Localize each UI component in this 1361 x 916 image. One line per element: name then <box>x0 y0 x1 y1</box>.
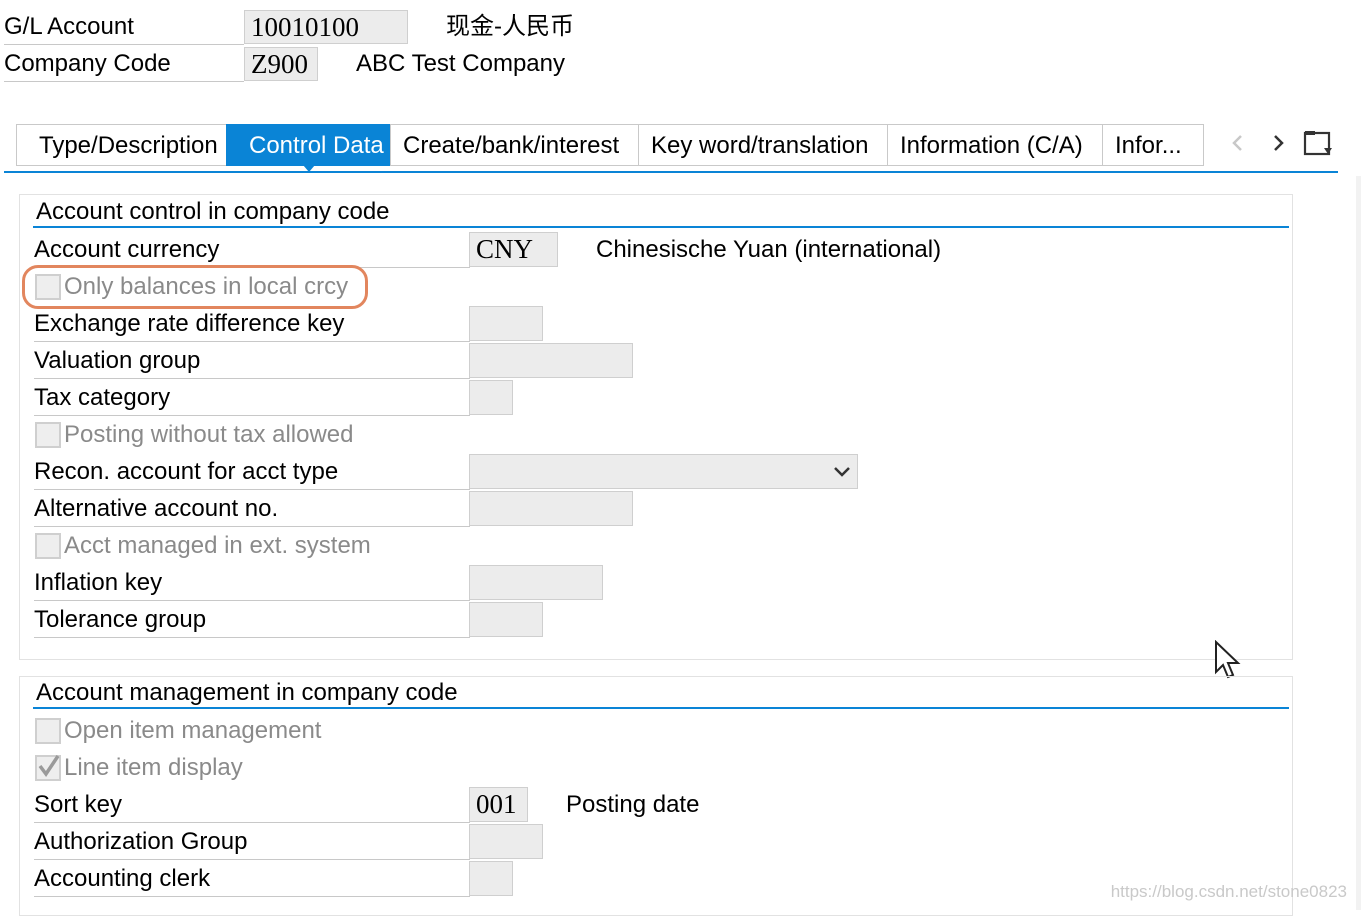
company-code-description: ABC Test Company <box>356 50 565 77</box>
sort-key-label: Sort key <box>34 788 470 823</box>
tab-information-more[interactable]: Infor... <box>1102 124 1204 166</box>
gl-account-description: 现金-人民币 <box>446 13 574 40</box>
chevron-down-icon[interactable] <box>832 461 852 481</box>
gl-account-label: G/L Account <box>4 10 244 45</box>
sort-key-description: Posting date <box>566 791 700 818</box>
authorization-group-label: Authorization Group <box>34 825 470 860</box>
tax-category-label: Tax category <box>34 381 470 416</box>
tab-control-data[interactable]: Control Data <box>226 124 390 172</box>
only-balances-checkbox[interactable] <box>35 274 61 300</box>
authorization-group-field[interactable] <box>469 824 543 859</box>
open-item-checkbox[interactable] <box>35 718 61 744</box>
tax-category-field[interactable] <box>469 380 513 415</box>
acct-managed-ext-label: Acct managed in ext. system <box>64 532 371 559</box>
checkmark-icon <box>38 755 60 778</box>
tab-create-bank-interest[interactable]: Create/bank/interest <box>390 124 638 166</box>
accounting-clerk-field[interactable] <box>469 861 513 896</box>
line-item-label: Line item display <box>64 754 243 781</box>
acct-managed-ext-checkbox[interactable] <box>35 533 61 559</box>
account-control-rule <box>33 226 1289 228</box>
scrollbar[interactable] <box>1356 176 1361 910</box>
tolerance-group-field[interactable] <box>469 602 543 637</box>
accounting-clerk-label: Accounting clerk <box>34 862 470 897</box>
only-balances-label: Only balances in local crcy <box>64 273 349 300</box>
exchange-rate-label: Exchange rate difference key <box>34 307 470 342</box>
valuation-group-label: Valuation group <box>34 344 470 379</box>
tab-key-word-translation[interactable]: Key word/translation <box>638 124 887 166</box>
watermark: https://blog.csdn.net/stone0823 <box>1110 882 1347 901</box>
account-currency-description: Chinesische Yuan (international) <box>596 236 942 263</box>
account-currency-label: Account currency <box>34 233 470 268</box>
inflation-key-field[interactable] <box>469 565 603 600</box>
company-code-field[interactable]: Z900 <box>244 47 318 81</box>
open-item-label: Open item management <box>64 717 322 744</box>
valuation-group-field[interactable] <box>469 343 633 378</box>
recon-account-select[interactable] <box>469 454 858 489</box>
recon-account-label: Recon. account for acct type <box>34 455 470 490</box>
account-management-rule <box>33 707 1289 709</box>
company-code-label: Company Code <box>4 47 244 82</box>
account-control-title: Account control in company code <box>36 198 390 225</box>
sort-key-field[interactable]: 001 <box>469 787 528 822</box>
alternative-account-label: Alternative account no. <box>34 492 470 527</box>
exchange-rate-field[interactable] <box>469 306 543 341</box>
tab-information-ca[interactable]: Information (C/A) <box>887 124 1102 166</box>
chevron-left-icon[interactable] <box>1228 131 1248 155</box>
line-item-checkbox[interactable] <box>35 755 61 781</box>
tab-underline <box>4 171 1338 173</box>
tab-strip: Type/Description Control Data Create/ban… <box>16 124 1204 172</box>
posting-without-tax-label: Posting without tax allowed <box>64 421 354 448</box>
tab-list-icon[interactable] <box>1303 128 1335 158</box>
chevron-right-icon[interactable] <box>1268 131 1288 155</box>
account-management-title: Account management in company code <box>36 679 458 706</box>
alternative-account-field[interactable] <box>469 491 633 526</box>
tolerance-group-label: Tolerance group <box>34 603 470 638</box>
posting-without-tax-checkbox[interactable] <box>35 422 61 448</box>
tab-type-description[interactable]: Type/Description <box>16 124 226 166</box>
gl-account-field[interactable]: 10010100 <box>244 10 408 44</box>
account-currency-field[interactable]: CNY <box>469 232 558 267</box>
inflation-key-label: Inflation key <box>34 566 470 601</box>
